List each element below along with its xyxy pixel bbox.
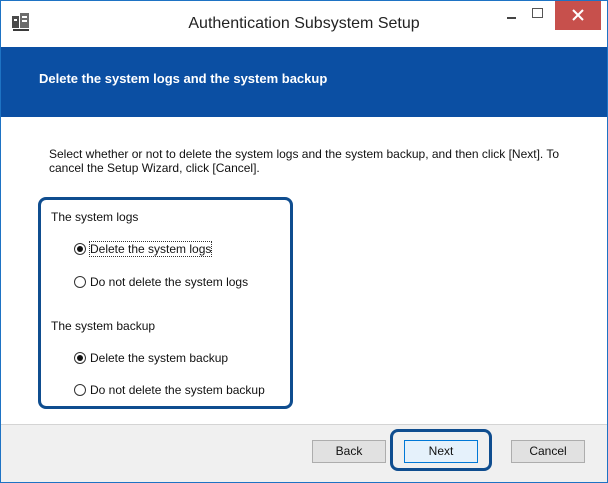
radio-selected-icon [74, 352, 86, 364]
radio-unselected-icon [74, 384, 86, 396]
wizard-content: Select whether or not to delete the syst… [1, 117, 607, 424]
instruction-text: Select whether or not to delete the syst… [49, 147, 560, 175]
radio-selected-icon [74, 243, 86, 255]
cancel-button[interactable]: Cancel [511, 440, 585, 463]
close-icon [572, 9, 584, 21]
maximize-button[interactable] [524, 1, 550, 30]
minimize-button[interactable] [498, 1, 524, 30]
system-logs-group-label: The system logs [51, 210, 139, 224]
radio-unselected-icon [74, 276, 86, 288]
header-banner: Delete the system logs and the system ba… [1, 47, 607, 117]
radio-do-not-delete-system-backup[interactable]: Do not delete the system backup [74, 381, 265, 399]
radio-delete-system-logs[interactable]: Delete the system logs [74, 240, 213, 258]
banner-title: Delete the system logs and the system ba… [39, 71, 328, 86]
back-button[interactable]: Back [312, 440, 386, 463]
wizard-footer: Back Next Cancel [1, 424, 607, 482]
radio-label: Do not delete the system backup [90, 383, 265, 397]
next-button[interactable]: Next [404, 440, 478, 463]
radio-label: Delete the system logs [88, 241, 213, 257]
setup-window: Authentication Subsystem Setup Delete th… [0, 0, 608, 483]
radio-label: Do not delete the system logs [90, 275, 249, 289]
radio-delete-system-backup[interactable]: Delete the system backup [74, 349, 228, 367]
options-highlight-box: The system logs Delete the system logs D… [38, 197, 293, 409]
title-bar: Authentication Subsystem Setup [1, 1, 607, 47]
system-backup-group-label: The system backup [51, 319, 156, 333]
radio-label: Delete the system backup [90, 351, 229, 365]
close-button[interactable] [555, 1, 601, 30]
radio-do-not-delete-system-logs[interactable]: Do not delete the system logs [74, 273, 248, 291]
